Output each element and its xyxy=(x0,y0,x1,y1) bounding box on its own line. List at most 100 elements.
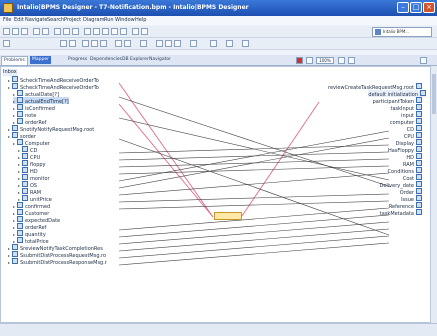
menu-navigate[interactable]: Navigate xyxy=(25,17,47,23)
tab-mapper[interactable]: Mapper xyxy=(30,56,51,64)
source-tree-item[interactable]: ▸ orderRef xyxy=(13,118,46,126)
target-tree-item[interactable]: Conditions xyxy=(388,167,422,175)
source-tree-item[interactable]: ▸ CPU xyxy=(18,153,40,161)
align-center-icon[interactable] xyxy=(91,40,98,47)
menu-window[interactable]: Window xyxy=(115,17,135,23)
cut-icon[interactable] xyxy=(102,28,109,35)
distribute-icon[interactable] xyxy=(226,40,233,47)
target-tree-item[interactable]: input xyxy=(401,111,422,119)
bold-icon[interactable] xyxy=(60,40,67,47)
source-tree-item[interactable]: ▸ Customer xyxy=(13,209,49,217)
menu-project[interactable]: Project xyxy=(64,17,81,23)
target-tree-item[interactable]: reviewCreateTaskRequestMsg.root xyxy=(328,83,422,91)
arrange-icon[interactable] xyxy=(140,40,147,47)
align-left-icon[interactable] xyxy=(82,40,89,47)
menu-edit[interactable]: Edit xyxy=(14,17,24,23)
line-color-icon[interactable] xyxy=(124,40,131,47)
target-tree-item[interactable]: Cost xyxy=(403,174,422,182)
copy-icon[interactable] xyxy=(111,28,118,35)
print-icon[interactable] xyxy=(21,28,28,35)
menu-run[interactable]: Run xyxy=(104,17,114,23)
vertical-scrollbar[interactable] xyxy=(431,66,437,323)
tab-problems[interactable]: Problems xyxy=(1,56,28,65)
target-tree-item[interactable]: default initialization xyxy=(368,90,426,98)
zoom-level[interactable]: 100% xyxy=(316,57,334,64)
undo-icon[interactable] xyxy=(84,28,91,35)
maximize-view-icon[interactable] xyxy=(420,57,427,64)
target-tree-item[interactable]: computer xyxy=(390,118,422,126)
source-tree-item[interactable]: ▸ sorder xyxy=(8,132,36,140)
grid-icon[interactable] xyxy=(156,40,163,47)
source-tree-item[interactable]: ▸ SsubmitDistProcessResponseMsg.r xyxy=(8,258,107,266)
source-tree-item[interactable]: ▸ quantity xyxy=(13,230,46,238)
source-tree-item[interactable]: ▸ monitor xyxy=(18,174,50,182)
source-tree-item[interactable]: ▸ HD xyxy=(18,167,38,175)
tab-progress[interactable]: Progress xyxy=(66,56,89,64)
menu-file[interactable]: File xyxy=(3,17,11,23)
source-tree-item[interactable]: ▸ ScheckTimeAndReceiveOrderTo xyxy=(8,76,99,84)
maximize-button[interactable]: □ xyxy=(410,2,422,13)
target-tree-item[interactable]: CD xyxy=(407,125,422,133)
source-tree-item[interactable]: ▸ totalPrice xyxy=(13,237,49,245)
source-tree-item[interactable]: ▸ orderRef xyxy=(13,223,46,231)
target-tree-item[interactable]: Reference xyxy=(389,202,422,210)
target-tree-item[interactable]: Display xyxy=(396,139,422,147)
target-tree-item[interactable]: Issue xyxy=(401,195,422,203)
paste-icon[interactable] xyxy=(120,28,127,35)
debug-icon[interactable] xyxy=(42,28,49,35)
target-tree-item[interactable]: taskMetadata xyxy=(380,209,422,217)
source-tree-item[interactable]: ▸ actualDate[?] xyxy=(13,90,59,98)
target-tree-item[interactable]: RAM xyxy=(403,160,422,168)
source-tree-item[interactable]: ▸ RAM xyxy=(18,188,41,196)
source-tree-item[interactable]: ▸ expectedDate xyxy=(13,216,60,224)
view-menu-icon[interactable] xyxy=(338,57,345,64)
deploy-icon[interactable] xyxy=(132,28,139,35)
expand-icon[interactable] xyxy=(348,57,355,64)
scrollbar-thumb[interactable] xyxy=(432,74,436,114)
tab-navigator[interactable]: Navigator xyxy=(147,56,173,64)
minimize-button[interactable]: – xyxy=(397,2,409,13)
source-tree-item[interactable]: ▸ Computer xyxy=(13,139,50,147)
source-tree-item[interactable]: ▸ actualEndTime[?] xyxy=(13,97,69,105)
export-icon[interactable] xyxy=(141,28,148,35)
route-icon[interactable] xyxy=(190,40,197,47)
close-button[interactable]: × xyxy=(423,2,435,13)
target-tree-item[interactable]: Delivery_date xyxy=(379,181,422,189)
source-tree-item[interactable]: ▸ OS xyxy=(18,181,37,189)
source-tree-item[interactable]: ▸ unitPrice xyxy=(18,195,52,203)
search-icon[interactable] xyxy=(54,28,61,35)
zoom-in-icon[interactable] xyxy=(165,40,172,47)
font-icon[interactable] xyxy=(3,40,10,47)
run-icon[interactable] xyxy=(33,28,40,35)
forward-icon[interactable] xyxy=(72,28,79,35)
menu-diagram[interactable]: Diagram xyxy=(83,17,104,23)
target-tree-item[interactable]: HD xyxy=(406,153,422,161)
layout-icon[interactable] xyxy=(210,40,217,47)
back-icon[interactable] xyxy=(63,28,70,35)
menu-search[interactable]: Search xyxy=(47,17,64,23)
source-tree-item[interactable]: ▸ confirmed xyxy=(13,202,50,210)
tab-dependencies[interactable]: Dependencies xyxy=(88,56,124,64)
target-tree-item[interactable]: Order xyxy=(400,188,422,196)
title-bar[interactable]: Intalio|BPMS Designer - T7-Notification.… xyxy=(0,0,437,16)
target-tree-item[interactable]: HasFloppy xyxy=(388,146,422,154)
function-node[interactable] xyxy=(214,212,242,220)
redo-icon[interactable] xyxy=(93,28,100,35)
fill-color-icon[interactable] xyxy=(115,40,122,47)
link-icon[interactable] xyxy=(306,57,313,64)
source-tree-item[interactable]: Inbox xyxy=(3,69,17,76)
source-tree-item[interactable]: ▸ ScheckTimeAndReceiveOrderTo xyxy=(8,83,99,91)
target-tree-item[interactable]: participantToken xyxy=(373,97,422,105)
stop-icon[interactable] xyxy=(296,57,303,64)
source-tree-item[interactable]: ▸ SnotifyNotifyRequestMsg.root xyxy=(8,125,94,133)
source-tree-item[interactable]: ▸ note xyxy=(13,111,36,119)
source-tree-item[interactable]: ▸ SreviewNotifyTaskCompletionRes xyxy=(8,244,103,252)
italic-icon[interactable] xyxy=(69,40,76,47)
source-tree-item[interactable]: ▸ CD xyxy=(18,146,37,154)
target-tree-item[interactable]: CPU xyxy=(404,132,422,140)
align-right-icon[interactable] xyxy=(100,40,107,47)
new-icon[interactable] xyxy=(3,28,10,35)
zoom-out-icon[interactable] xyxy=(174,40,181,47)
source-tree-item[interactable]: ▸ floppy xyxy=(18,160,46,168)
save-icon[interactable] xyxy=(12,28,19,35)
